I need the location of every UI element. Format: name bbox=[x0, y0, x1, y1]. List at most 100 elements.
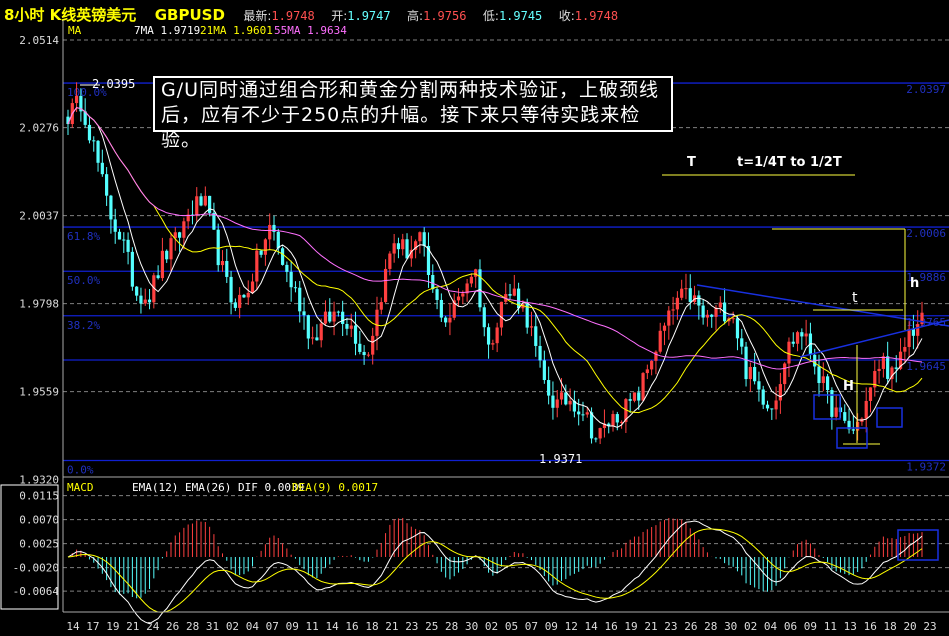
x-tick-label: 07 bbox=[266, 620, 279, 633]
candle-down bbox=[697, 295, 701, 306]
candle-up bbox=[319, 323, 323, 341]
fib-price-label: 2.0006 bbox=[906, 227, 946, 240]
candle-up bbox=[783, 363, 787, 385]
x-tick-label: 26 bbox=[166, 620, 179, 633]
candle-down bbox=[293, 287, 298, 289]
candle-up bbox=[658, 330, 662, 352]
H-label: H bbox=[843, 379, 854, 394]
candle-down bbox=[628, 399, 632, 401]
candle-up bbox=[263, 239, 268, 255]
candle-down bbox=[770, 408, 774, 410]
candle-up bbox=[169, 238, 173, 260]
candle-down bbox=[212, 212, 216, 230]
ma-legend-label: MA bbox=[68, 24, 82, 37]
x-tick-label: 02 bbox=[744, 620, 757, 633]
candle-down bbox=[199, 196, 203, 206]
x-tick-label: 02 bbox=[485, 620, 498, 633]
candle-up bbox=[255, 250, 259, 282]
candle-up bbox=[366, 354, 371, 356]
candle-up bbox=[568, 400, 572, 405]
candle-down bbox=[242, 294, 246, 298]
candle-down bbox=[534, 326, 538, 346]
candle-up bbox=[611, 414, 615, 427]
x-tick-label: 14 bbox=[66, 620, 80, 633]
candle-up bbox=[203, 195, 207, 206]
x-tick-label: 18 bbox=[365, 620, 378, 633]
candle-down bbox=[486, 327, 491, 345]
y-tick-label: 1.9320 bbox=[19, 474, 59, 487]
fib-price-label: 1.9372 bbox=[906, 460, 946, 473]
x-tick-label: 14 bbox=[585, 620, 599, 633]
candle-up bbox=[654, 351, 658, 361]
candle-down bbox=[336, 311, 340, 313]
fib-level-label: 50.0% bbox=[67, 274, 100, 287]
candle-up bbox=[499, 301, 504, 328]
candle-up bbox=[787, 341, 791, 364]
candle-down bbox=[92, 140, 96, 142]
macd-y-tick-label: 0.0025 bbox=[19, 538, 59, 551]
pattern-box bbox=[836, 427, 868, 449]
candle-up bbox=[371, 335, 375, 355]
candle-down bbox=[289, 271, 293, 288]
macd-y-tick-label: 0.0115 bbox=[19, 490, 59, 503]
x-tick-label: 09 bbox=[286, 620, 299, 633]
x-tick-label: 13 bbox=[844, 620, 857, 633]
x-tick-label: 04 bbox=[764, 620, 778, 633]
candle-down bbox=[851, 429, 855, 431]
macd-y-tick-label: -0.0020 bbox=[13, 562, 59, 575]
candle-up bbox=[220, 261, 225, 266]
candle-up bbox=[461, 293, 465, 297]
x-tick-label: 19 bbox=[624, 620, 637, 633]
candle-down bbox=[113, 219, 117, 232]
candle-down bbox=[817, 366, 821, 384]
candle-down bbox=[177, 232, 182, 238]
candle-down bbox=[431, 274, 435, 290]
candle-up bbox=[598, 428, 602, 439]
candle-down bbox=[165, 250, 169, 260]
macd-dea-legend: DEA(9) 0.0017 bbox=[292, 481, 379, 494]
x-tick-label: 09 bbox=[804, 620, 817, 633]
candle-down bbox=[710, 314, 714, 317]
candle-down bbox=[435, 289, 439, 300]
ma7-legend: 7MA 1.9719 bbox=[134, 24, 201, 37]
candle-down bbox=[147, 299, 152, 303]
x-tick-label: 23 bbox=[923, 620, 936, 633]
candle-up bbox=[268, 224, 272, 240]
candle-down bbox=[126, 239, 130, 252]
ma21-line bbox=[67, 107, 923, 414]
macd-ema-legend: EMA(12) EMA(26) DIF 0.0039 bbox=[132, 481, 305, 494]
candle-down bbox=[229, 276, 233, 303]
x-tick-label: 30 bbox=[724, 620, 737, 633]
candle-up bbox=[877, 368, 881, 372]
candle-down bbox=[547, 380, 551, 396]
candle-down bbox=[594, 438, 598, 440]
candle-down bbox=[353, 325, 358, 344]
candle-down bbox=[843, 412, 847, 421]
y-tick-label: 2.0276 bbox=[19, 122, 59, 135]
x-tick-label: 02 bbox=[226, 620, 239, 633]
candle-down bbox=[280, 248, 285, 265]
candle-up bbox=[662, 325, 667, 331]
candle-up bbox=[238, 294, 242, 308]
candle-down bbox=[444, 317, 448, 323]
candle-down bbox=[276, 231, 280, 249]
candle-up bbox=[667, 310, 671, 326]
candle-up bbox=[311, 337, 315, 339]
candle-down bbox=[753, 366, 757, 382]
candle-down bbox=[830, 390, 834, 417]
fib-level-label: 38.2% bbox=[67, 319, 100, 332]
high-mark-label: 2.0395 bbox=[92, 77, 136, 91]
candle-up bbox=[469, 276, 473, 284]
x-tick-label: 21 bbox=[385, 620, 398, 633]
candle-up bbox=[388, 253, 392, 269]
candle-down bbox=[894, 367, 898, 369]
candle-up bbox=[375, 309, 379, 336]
x-tick-label: 16 bbox=[864, 620, 877, 633]
x-tick-label: 26 bbox=[684, 620, 697, 633]
candle-up bbox=[74, 95, 79, 104]
candle-up bbox=[778, 384, 782, 401]
candle-up bbox=[555, 399, 559, 408]
candle-up bbox=[821, 376, 825, 384]
low-mark-label: 1.9371 bbox=[539, 452, 583, 466]
h-label: h bbox=[910, 276, 920, 291]
